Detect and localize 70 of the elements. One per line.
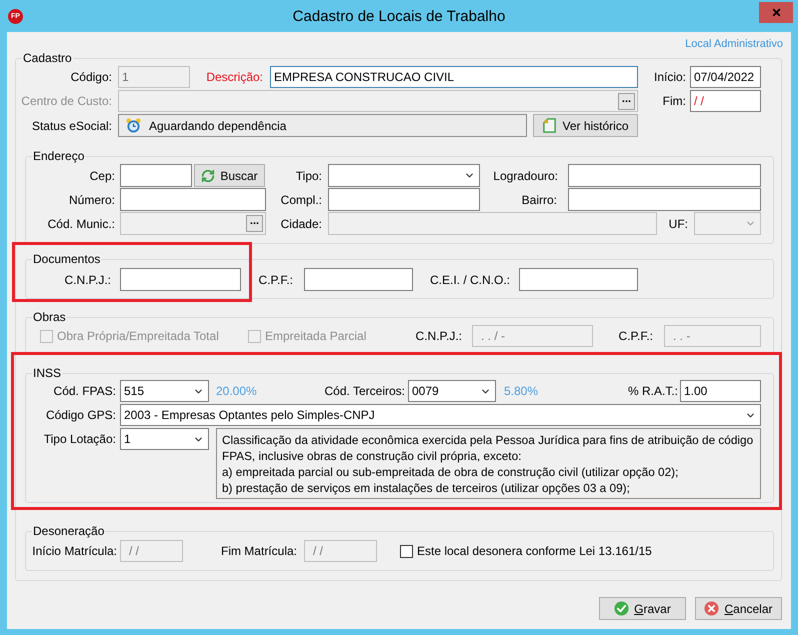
date-field[interactable]: 07/04/2022 <box>690 66 761 88</box>
text-field[interactable] <box>120 188 266 211</box>
text-field[interactable]: 1.00 <box>680 380 761 402</box>
close-icon <box>770 7 782 18</box>
text-field[interactable] <box>304 268 413 291</box>
group-title: Cadastro <box>22 51 73 65</box>
close-button[interactable] <box>759 2 793 23</box>
dropdown[interactable]: 515 <box>120 380 209 402</box>
group-title: INSS <box>32 366 62 380</box>
dropdown[interactable]: 1 <box>120 428 209 450</box>
text-field[interactable] <box>328 188 480 211</box>
check-circle-icon <box>614 601 630 616</box>
field-label: Status eSocial: <box>32 118 112 132</box>
cancel-circle-icon <box>704 601 720 616</box>
description-text: Classificação da atividade econômica exercida pela Pessoa Jurídica para fins de atribuição de código FPAS, inclusive obras de construção civil própria, exceto: a) empreitada parcial ou sub-empreitada de obra de construção civil (utilizar opção 02); b) prestação de serviços em instalações de terceiros (utilizar opções 03 a 09); <box>222 432 754 496</box>
field-label: Cód. Terceiros: <box>324 384 405 398</box>
group-title: Obras <box>32 310 67 324</box>
field-label: Cep: <box>90 168 115 182</box>
field-label: C.P.F.: <box>618 329 653 343</box>
field-label: Centro de Custo: <box>21 94 112 108</box>
text-field[interactable] <box>568 164 761 187</box>
group-title: Endereço <box>32 149 86 163</box>
dropdown[interactable]: 2003 - Empresas Optantes pelo Simples-CNPJ <box>120 404 761 426</box>
alarm-clock-icon <box>126 118 141 133</box>
field-label: Código GPS: <box>46 408 116 422</box>
field-label: Descrição: <box>206 70 263 84</box>
window-title: Cadastro de Locais de Trabalho <box>292 8 506 26</box>
field-label: C.N.P.J.: <box>416 329 462 343</box>
field-label: Bairro: <box>522 192 557 206</box>
field-label: Compl.: <box>280 192 322 206</box>
group-title: Documentos <box>32 252 102 266</box>
document-icon <box>542 118 558 133</box>
history-button[interactable]: Ver histórico <box>533 114 638 137</box>
field-label: UF: <box>668 216 688 230</box>
field-label: Código: <box>70 70 112 84</box>
field-label: Início: <box>654 70 686 84</box>
field-label: Tipo Lotação: <box>44 432 116 446</box>
text-field[interactable] <box>568 188 761 211</box>
checkbox-label: Obra Própria/Empreitada Total <box>57 329 219 343</box>
field-label: Número: <box>68 192 115 206</box>
date-field[interactable]: / / <box>690 90 761 112</box>
rate-text: 5.80% <box>504 384 538 398</box>
group-title: Desoneração <box>32 524 106 538</box>
field-label: Tipo: <box>296 168 322 182</box>
field-label: Logradouro: <box>493 168 558 182</box>
search-button[interactable]: Buscar <box>194 164 265 187</box>
refresh-icon <box>201 168 216 182</box>
field-label: % R.A.T.: <box>628 384 678 398</box>
dialog-button[interactable]: Gravar <box>599 597 686 620</box>
field-label: C.P.F.: <box>258 272 293 286</box>
field-label: Fim Matrícula: <box>220 544 297 558</box>
checkbox-label: Empreitada Parcial <box>265 329 366 343</box>
text-field[interactable]: EMPRESA CONSTRUCAO CIVIL <box>270 66 638 88</box>
checkbox[interactable] <box>400 544 413 558</box>
rate-text: 20.00% <box>216 384 257 398</box>
text-field[interactable] <box>519 268 638 291</box>
dropdown[interactable]: 0079 <box>408 380 496 402</box>
field-label: Fim: <box>662 94 686 108</box>
dropdown[interactable] <box>328 164 480 187</box>
field-label: C.N.P.J.: <box>64 272 111 286</box>
field-label: Cód. FPAS: <box>54 384 116 398</box>
field-label: Início Matrícula: <box>32 544 117 558</box>
text-field[interactable] <box>120 268 241 291</box>
dialog-button[interactable]: Cancelar <box>695 597 782 620</box>
field-label: C.E.I. / C.N.O.: <box>430 272 510 286</box>
field-label: Cidade: <box>280 216 322 230</box>
field-label: Cód. Munic.: <box>48 216 115 230</box>
status-text: Aguardando dependência <box>149 118 286 132</box>
text-field[interactable] <box>120 164 192 187</box>
checkbox-label: Este local desonera conforme Lei 13.161/15 <box>417 544 652 558</box>
